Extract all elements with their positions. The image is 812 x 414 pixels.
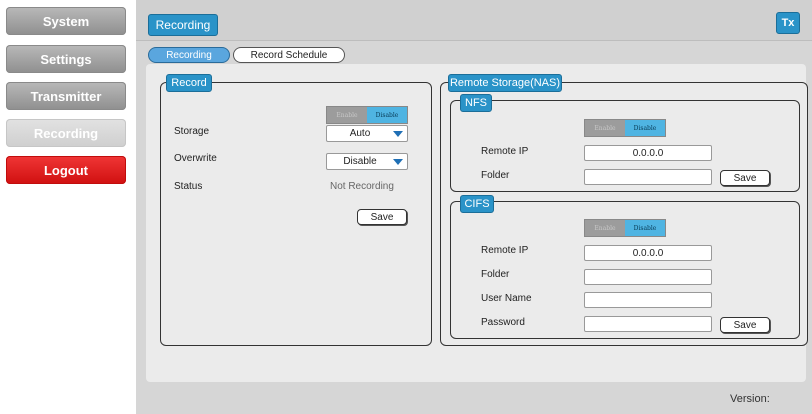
sidebar-item-recording[interactable]: Recording xyxy=(6,119,126,147)
toggle-enable[interactable]: Enable xyxy=(585,220,625,236)
overwrite-value: Disable xyxy=(343,156,377,167)
storage-select[interactable]: Auto xyxy=(326,125,408,142)
toggle-disable[interactable]: Disable xyxy=(625,220,665,236)
cifs-remote-ip-input[interactable]: 0.0.0.0 xyxy=(584,245,712,261)
sidebar-item-transmitter[interactable]: Transmitter xyxy=(6,82,126,110)
nfs-folder-input[interactable] xyxy=(584,169,712,185)
status-value: Not Recording xyxy=(330,181,394,192)
toggle-disable[interactable]: Disable xyxy=(367,107,407,123)
cifs-title: CIFS xyxy=(460,195,494,213)
remote-storage-title: Remote Storage(NAS) xyxy=(448,74,562,92)
sidebar-item-system[interactable]: System xyxy=(6,7,126,35)
nfs-enable-toggle[interactable]: Enable Disable xyxy=(584,119,666,137)
nfs-folder-label: Folder xyxy=(481,170,510,181)
sidebar-item-label: System xyxy=(42,13,90,29)
nfs-save-button[interactable]: Save xyxy=(720,170,770,186)
cifs-username-label: User Name xyxy=(481,293,532,304)
status-label: Status xyxy=(174,181,203,192)
toggle-enable[interactable]: Enable xyxy=(585,120,625,136)
main-area: Recording Tx Recording Record Schedule R… xyxy=(136,0,812,414)
page-title: Recording xyxy=(148,14,218,36)
sidebar-item-label: Recording xyxy=(33,125,99,141)
tab-record-schedule[interactable]: Record Schedule xyxy=(233,47,345,63)
cifs-password-label: Password xyxy=(481,317,525,328)
cifs-save-button[interactable]: Save xyxy=(720,317,770,333)
record-enable-toggle[interactable]: Enable Disable xyxy=(326,106,408,124)
cifs-folder-label: Folder xyxy=(481,269,510,280)
cifs-remote-ip-label: Remote IP xyxy=(481,245,529,256)
logout-button[interactable]: Logout xyxy=(6,156,126,184)
storage-value: Auto xyxy=(349,128,371,139)
sidebar-item-label: Transmitter xyxy=(30,88,102,104)
nfs-remote-ip-input[interactable]: 0.0.0.0 xyxy=(584,145,712,161)
sidebar-item-settings[interactable]: Settings xyxy=(6,45,126,73)
record-save-button[interactable]: Save xyxy=(357,209,407,225)
record-panel-title: Record xyxy=(166,74,212,92)
cifs-password-input[interactable] xyxy=(584,316,712,332)
chevron-down-icon xyxy=(393,130,403,137)
version-label: Version: xyxy=(730,393,770,405)
toggle-enable[interactable]: Enable xyxy=(327,107,367,123)
nfs-title: NFS xyxy=(460,94,492,112)
header-bar xyxy=(136,0,812,41)
cifs-enable-toggle[interactable]: Enable Disable xyxy=(584,219,666,237)
cifs-username-input[interactable] xyxy=(584,292,712,308)
storage-label: Storage xyxy=(174,126,210,137)
chevron-down-icon xyxy=(393,158,403,165)
tx-badge[interactable]: Tx xyxy=(776,12,800,34)
cifs-folder-input[interactable] xyxy=(584,269,712,285)
overwrite-select[interactable]: Disable xyxy=(326,153,408,170)
sidebar-item-label: Logout xyxy=(43,162,89,178)
nfs-remote-ip-label: Remote IP xyxy=(481,146,529,157)
sidebar-item-label: Settings xyxy=(40,51,92,67)
tab-recording[interactable]: Recording xyxy=(148,47,230,63)
sidebar: System Settings Transmitter Recording Lo… xyxy=(0,0,136,414)
toggle-disable[interactable]: Disable xyxy=(625,120,665,136)
overwrite-label: Overwrite xyxy=(174,153,217,164)
